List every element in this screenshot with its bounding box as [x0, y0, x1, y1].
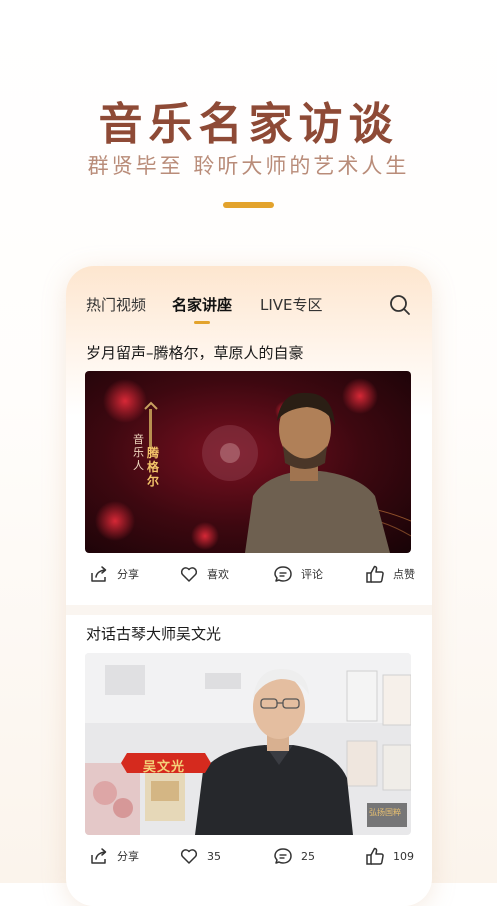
post-divider: [66, 605, 432, 615]
comment-icon: [274, 566, 292, 582]
like-button[interactable]: 35: [178, 845, 221, 867]
comment-count: 25: [301, 849, 315, 863]
share-label: 分享: [117, 568, 139, 581]
share-button[interactable]: 分享: [88, 845, 139, 867]
post-actions: 分享 喜欢 评论 点赞: [66, 563, 432, 589]
page-title: 音乐名家访谈: [98, 99, 399, 150]
search-icon: [390, 295, 410, 315]
like-label: 喜欢: [207, 568, 229, 581]
comment-button[interactable]: 评论: [272, 563, 323, 585]
thumbs-up-icon: [366, 565, 384, 583]
video-thumbnail-image: [85, 653, 411, 835]
like-button[interactable]: 喜欢: [178, 563, 229, 585]
video-watermark: 弘扬国粹: [369, 808, 401, 817]
upvote-button[interactable]: 点赞: [364, 563, 415, 585]
play-overlay: [85, 371, 411, 553]
comment-icon: [274, 848, 292, 864]
like-count: 35: [207, 849, 221, 863]
tab-master-lectures[interactable]: 名家讲座: [172, 294, 232, 315]
content-card: 热门视频 名家讲座 LIVE专区 岁月留声–腾格尔，草原人的自豪 音乐人 腾格尔…: [66, 266, 432, 906]
upvote-count: 109: [393, 849, 414, 863]
post-title[interactable]: 岁月留声–腾格尔，草原人的自豪: [86, 342, 304, 363]
page-subtitle: 群贤毕至 聆听大师的艺术人生: [87, 154, 410, 178]
heart-icon: [180, 849, 198, 864]
share-label: 分享: [117, 850, 139, 863]
post-actions: 分享 35 25 109: [66, 845, 432, 871]
post-title[interactable]: 对话古琴大师吴文光: [86, 623, 221, 644]
upvote-label: 点赞: [393, 568, 415, 581]
tab-hot-videos[interactable]: 热门视频: [86, 294, 146, 315]
share-icon: [91, 848, 107, 864]
search-button[interactable]: [388, 293, 412, 317]
upvote-button[interactable]: 109: [364, 845, 414, 867]
tab-live-zone[interactable]: LIVE专区: [260, 294, 323, 315]
comment-label: 评论: [301, 568, 323, 581]
share-icon: [91, 566, 107, 582]
heart-icon: [180, 567, 198, 582]
video-thumbnail[interactable]: 吴文光 弘扬国粹: [85, 653, 411, 835]
video-thumbnail[interactable]: 音乐人 腾格尔: [85, 371, 411, 553]
active-tab-indicator: [194, 321, 210, 324]
video-caption: 吴文光: [143, 760, 186, 775]
thumbs-up-icon: [366, 847, 384, 865]
share-button[interactable]: 分享: [88, 563, 139, 585]
comment-button[interactable]: 25: [272, 845, 315, 867]
title-underline: [223, 202, 274, 208]
tab-bar: 热门视频 名家讲座 LIVE专区: [66, 266, 432, 336]
